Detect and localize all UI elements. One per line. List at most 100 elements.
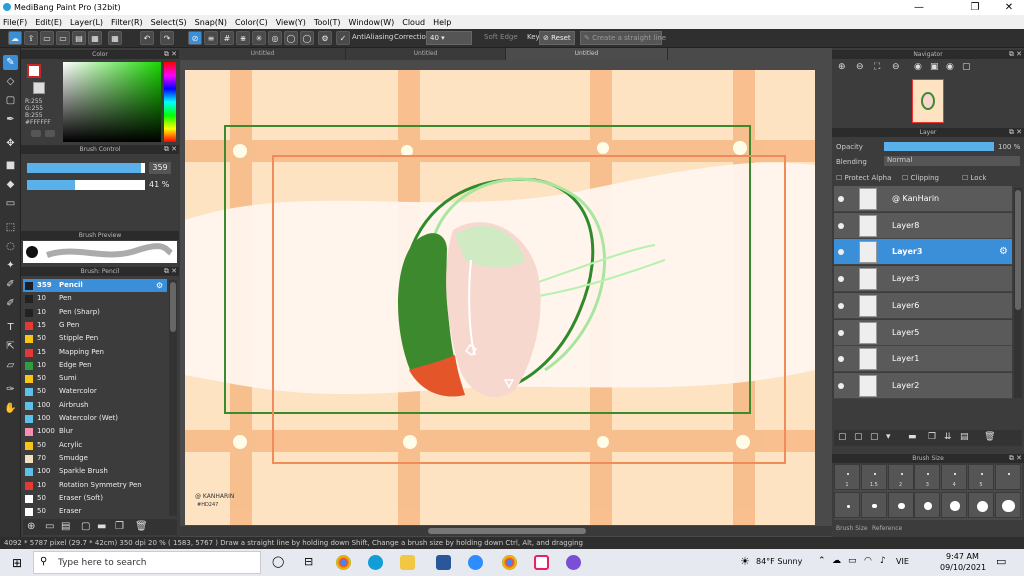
brush-size-cell[interactable] bbox=[834, 492, 860, 518]
lock-checkbox[interactable]: ☐ Lock bbox=[962, 174, 986, 182]
comment-icon[interactable]: ▭ bbox=[40, 31, 54, 45]
secondary-color-swatch[interactable] bbox=[33, 82, 45, 94]
layer-folder-icon[interactable]: ▬ bbox=[908, 432, 917, 442]
delete-brush-icon[interactable]: 🗑 bbox=[135, 521, 148, 532]
panel-close-icon[interactable]: ⧉ ✕ bbox=[1009, 50, 1022, 59]
actual-size-icon[interactable]: ⊖ bbox=[892, 62, 900, 72]
delete-layer-icon[interactable]: 🗑 bbox=[984, 432, 995, 442]
menu-cloud[interactable]: Cloud bbox=[402, 18, 425, 27]
chrome-profile-icon[interactable] bbox=[502, 555, 517, 570]
brush-item[interactable]: 15 Mapping Pen bbox=[23, 346, 167, 359]
visibility-eye-icon[interactable] bbox=[838, 382, 844, 389]
close-button[interactable]: ✕ bbox=[994, 0, 1024, 15]
rotate-icon[interactable]: ◉ bbox=[914, 62, 922, 72]
brush-size-cell[interactable]: 1.5 bbox=[860, 464, 887, 490]
fit-icon[interactable]: ⛶ bbox=[874, 62, 880, 72]
panel-close-icon[interactable]: ⧉ ✕ bbox=[164, 145, 177, 154]
tray-chevron-icon[interactable]: ⌃ bbox=[818, 556, 826, 566]
layer-row[interactable]: Layer2 bbox=[834, 372, 1012, 399]
brush-size-cell[interactable]: 1 bbox=[834, 464, 860, 490]
brush-item[interactable]: 50 Watercolor bbox=[23, 385, 167, 398]
zoom-in-icon[interactable]: ⊕ bbox=[838, 62, 846, 72]
layer-settings-gear-icon[interactable]: ⚙ bbox=[999, 246, 1008, 257]
menu-tool[interactable]: Tool(T) bbox=[314, 18, 341, 27]
color-picker-icon[interactable] bbox=[45, 130, 55, 137]
visibility-eye-icon[interactable] bbox=[838, 329, 844, 336]
brush-size-cell[interactable] bbox=[994, 492, 1021, 518]
clock-date[interactable]: 09/10/2021 bbox=[940, 563, 986, 572]
edge-icon[interactable] bbox=[368, 555, 383, 570]
brush-item[interactable]: 50 Stipple Pen bbox=[23, 332, 167, 345]
parallel-snap-icon[interactable]: ≡ bbox=[204, 31, 218, 45]
select-pen-tool-icon[interactable]: ✐ bbox=[3, 277, 18, 292]
new-halftone-layer-icon[interactable]: ▢ bbox=[854, 432, 863, 442]
bucket-tool-icon[interactable]: ◆ bbox=[3, 177, 18, 192]
brush-item[interactable]: 50 Acrylic bbox=[23, 439, 167, 452]
panel-icon[interactable]: ▤ bbox=[72, 31, 86, 45]
operation-tool-icon[interactable]: ⇱ bbox=[3, 339, 18, 354]
layer-opacity-slider[interactable] bbox=[884, 142, 994, 151]
shape-snap-icon[interactable]: ◯ bbox=[300, 31, 314, 45]
onedrive-icon[interactable]: ☁ bbox=[832, 556, 841, 566]
weather-text[interactable]: 84°F Sunny bbox=[756, 557, 802, 566]
hand-tool-icon[interactable]: ✋ bbox=[3, 401, 18, 416]
layer-list-scrollbar[interactable] bbox=[1014, 188, 1022, 398]
brush-size-cell[interactable] bbox=[941, 492, 968, 518]
panel-close-icon[interactable]: ⧉ ✕ bbox=[1009, 454, 1022, 463]
brush-size-cell[interactable]: 2 bbox=[887, 464, 914, 490]
visibility-eye-icon[interactable] bbox=[838, 249, 844, 256]
brush-menu-icon[interactable]: ▤ bbox=[61, 521, 70, 532]
brush-size-cell[interactable] bbox=[914, 492, 941, 518]
eyedropper-tool-icon[interactable]: ✑ bbox=[3, 382, 18, 397]
brush-folder-icon[interactable]: ▭ bbox=[45, 521, 54, 532]
battery-icon[interactable]: ▭ bbox=[848, 556, 857, 566]
dot-tool-icon[interactable]: ▢ bbox=[3, 93, 18, 108]
brush-size-slider[interactable] bbox=[27, 163, 145, 173]
volume-icon[interactable]: ♪ bbox=[880, 556, 886, 566]
tab-reference[interactable]: Reference bbox=[872, 525, 902, 532]
menu-filter[interactable]: Filter(R) bbox=[111, 18, 143, 27]
undo-icon[interactable]: ↶ bbox=[140, 31, 154, 45]
settings-icon[interactable]: ⚙ bbox=[318, 31, 332, 45]
discord-icon[interactable] bbox=[566, 555, 581, 570]
merge-layer-icon[interactable]: ⇊ bbox=[944, 432, 952, 442]
menu-file[interactable]: File(F) bbox=[3, 18, 27, 27]
reset-button[interactable]: ⊘ Reset bbox=[539, 31, 575, 45]
brush-item[interactable]: 70 Smudge bbox=[23, 452, 167, 465]
grid-icon[interactable]: ▦ bbox=[108, 31, 122, 45]
primary-color-swatch[interactable] bbox=[27, 64, 41, 78]
move-tool-icon[interactable]: ✥ bbox=[3, 136, 18, 151]
brush-item[interactable]: 10 Rotation Symmetry Pen bbox=[23, 479, 167, 492]
radial-snap-icon[interactable]: ✳ bbox=[252, 31, 266, 45]
brush-opacity-slider[interactable] bbox=[27, 180, 145, 190]
brush-item[interactable]: 100 Sparkle Brush bbox=[23, 465, 167, 478]
menu-color[interactable]: Color(C) bbox=[235, 18, 268, 27]
brush-item[interactable]: 100 Airbrush bbox=[23, 399, 167, 412]
panel-close-icon[interactable]: ⧉ ✕ bbox=[164, 267, 177, 276]
start-icon[interactable]: ⊞ bbox=[12, 556, 22, 570]
color-mode-icon[interactable] bbox=[31, 130, 41, 137]
brush-item[interactable]: 359 Pencil ⚙ bbox=[23, 279, 167, 292]
layer-row[interactable]: @ KanHarin bbox=[834, 186, 1012, 212]
brush-item[interactable]: 50 Eraser bbox=[23, 505, 167, 518]
visibility-eye-icon[interactable] bbox=[838, 302, 844, 309]
brush-item[interactable]: 50 Eraser (Soft) bbox=[23, 492, 167, 505]
brush-size-cell[interactable] bbox=[994, 464, 1021, 490]
text-tool-icon[interactable]: T bbox=[3, 320, 18, 335]
layer-settings-icon[interactable]: ▤ bbox=[960, 432, 969, 442]
fill-tool-icon[interactable]: ■ bbox=[3, 158, 18, 173]
visibility-eye-icon[interactable] bbox=[838, 196, 844, 202]
layer-row[interactable]: Layer6 bbox=[834, 292, 1012, 319]
folder-icon[interactable]: ▬ bbox=[97, 521, 106, 532]
flip-icon[interactable]: ▣ bbox=[930, 62, 939, 72]
gradation-tool-icon[interactable]: ▭ bbox=[3, 196, 18, 211]
tab-brush-size[interactable]: Brush Size bbox=[836, 525, 868, 532]
select-eraser-tool-icon[interactable]: ✐ bbox=[3, 296, 18, 311]
brush-item[interactable]: 15 G Pen bbox=[23, 319, 167, 332]
brush-size-cell[interactable]: 3 bbox=[914, 464, 941, 490]
saturation-value-square[interactable] bbox=[63, 62, 161, 142]
menu-edit[interactable]: Edit(E) bbox=[35, 18, 62, 27]
add-brush-icon[interactable]: ⊕ bbox=[27, 521, 35, 532]
cloud-icon[interactable]: ☁ bbox=[8, 31, 22, 45]
language-indicator[interactable]: VIE bbox=[896, 557, 909, 566]
